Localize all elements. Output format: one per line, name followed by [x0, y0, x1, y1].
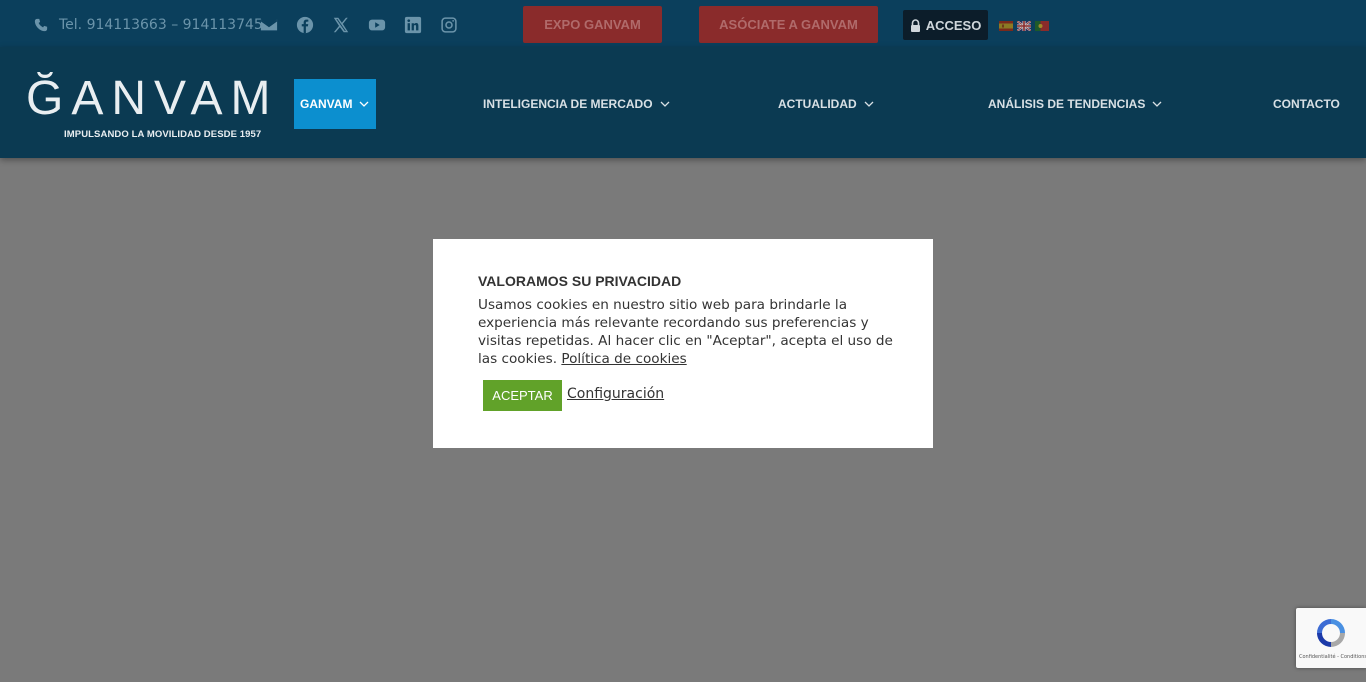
nav-actualidad[interactable]: ACTUALIDAD — [778, 79, 874, 129]
phone-text: Tel. 914113663 – 914113745 — [59, 17, 263, 33]
nav-analisis-de-tendencias[interactable]: ANÁLISIS DE TENDENCIAS — [988, 79, 1162, 129]
acceso-button[interactable]: ACCESO — [903, 10, 988, 40]
asociate-button[interactable]: ASÓCIATE A GANVAM — [699, 6, 878, 43]
x-icon[interactable] — [331, 15, 351, 35]
cookie-modal-body: Usamos cookies en nuestro sitio web para… — [478, 296, 898, 368]
cookie-consent-modal: VALORAMOS SU PRIVACIDAD Usamos cookies e… — [433, 239, 933, 448]
linkedin-icon[interactable] — [403, 15, 423, 35]
top-bar: Tel. 914113663 – 914113745 EXPO GANVAM A… — [0, 0, 1366, 47]
recaptcha-links[interactable]: Confidentialité - Conditions — [1299, 654, 1366, 660]
nav-inteligencia-de-mercado[interactable]: INTELIGENCIA DE MERCADO — [483, 79, 670, 129]
logo-text: ĞANVAM — [26, 72, 279, 125]
accept-cookies-button[interactable]: ACEPTAR — [483, 380, 562, 411]
cookie-policy-link[interactable]: Política de cookies — [561, 351, 686, 367]
instagram-icon[interactable] — [439, 15, 459, 35]
ganvam-logo[interactable]: ĞANVAM IMPULSANDO LA MOVILIDAD DESDE 195… — [26, 67, 270, 141]
nav-actualidad-label: ACTUALIDAD — [778, 97, 857, 111]
acceso-label: ACCESO — [925, 17, 982, 33]
nav-ganvam-label: GANVAM — [300, 97, 353, 111]
expo-ganvam-button[interactable]: EXPO GANVAM — [523, 6, 662, 43]
nav-analisis-label: ANÁLISIS DE TENDENCIAS — [988, 97, 1146, 111]
nav-contacto[interactable]: CONTACTO — [1273, 79, 1340, 129]
chevron-down-icon — [1152, 101, 1162, 107]
phone-icon — [34, 18, 48, 32]
nav-contacto-label: CONTACTO — [1273, 97, 1340, 111]
flag-en-icon[interactable] — [1017, 21, 1031, 31]
lock-icon — [910, 18, 920, 32]
envelope-icon[interactable] — [259, 15, 279, 35]
chevron-down-icon — [359, 101, 369, 107]
cookie-settings-link[interactable]: Configuración — [567, 386, 664, 402]
main-header: ĞANVAM IMPULSANDO LA MOVILIDAD DESDE 195… — [0, 47, 1366, 158]
facebook-icon[interactable] — [295, 15, 315, 35]
nav-inteligencia-label: INTELIGENCIA DE MERCADO — [483, 97, 653, 111]
logo-tagline: IMPULSANDO LA MOVILIDAD DESDE 1957 — [64, 129, 262, 140]
recaptcha-icon — [1317, 619, 1345, 647]
youtube-icon[interactable] — [367, 15, 387, 35]
cookie-modal-title: VALORAMOS SU PRIVACIDAD — [478, 273, 682, 289]
nav-ganvam[interactable]: GANVAM — [294, 79, 376, 129]
flag-es-icon[interactable] — [999, 21, 1013, 31]
chevron-down-icon — [864, 101, 874, 107]
phone-contact[interactable]: Tel. 914113663 – 914113745 — [34, 15, 263, 35]
recaptcha-badge[interactable]: Confidentialité - Conditions — [1296, 608, 1366, 668]
flag-pt-icon[interactable] — [1035, 21, 1049, 31]
chevron-down-icon — [660, 101, 670, 107]
